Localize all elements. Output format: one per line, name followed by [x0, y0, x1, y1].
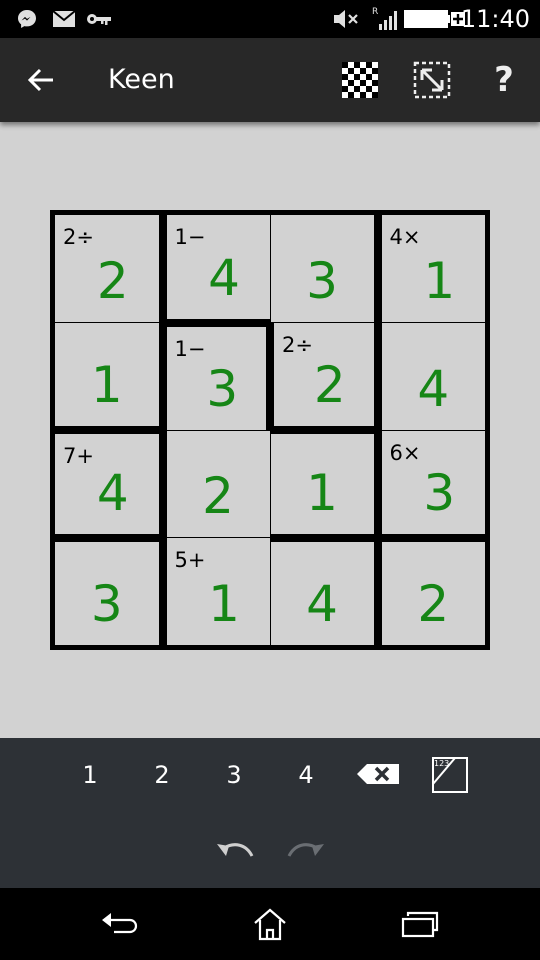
cell-r4-c2[interactable]: 1 5+ — [166, 538, 270, 645]
help-button[interactable]: ? — [480, 56, 528, 104]
cell-r1-c3[interactable]: 3 — [270, 215, 374, 322]
backspace-button[interactable] — [352, 756, 404, 792]
cage-clue: 2÷ — [63, 225, 94, 249]
cage-clue: 7+ — [63, 444, 94, 468]
navigation-bar — [0, 888, 540, 960]
game-board: 2 2÷ 4 1− 3 1 4× 1 3 1− 2 2÷ 4 4 7+ 2 1 3 6× 3 1 5+ 4 2 — [50, 210, 490, 650]
cell-r3-c2[interactable]: 2 — [166, 430, 270, 537]
messenger-icon — [14, 0, 40, 38]
cell-r3-c1[interactable]: 4 7+ — [55, 434, 159, 534]
cage-clue: 1− — [174, 225, 206, 249]
cage-clue: 1− — [174, 336, 206, 361]
new-game-button[interactable] — [336, 56, 384, 104]
back-button[interactable] — [16, 58, 66, 102]
nav-home-button[interactable] — [230, 888, 310, 960]
cell-value: 2 — [417, 575, 450, 633]
backspace-icon — [357, 764, 399, 784]
cell-r3-c4[interactable]: 3 6× — [381, 430, 485, 534]
cell-value: 4 — [306, 575, 338, 633]
action-bar: Keen ? — [0, 38, 540, 122]
cell-r3-c3[interactable]: 1 — [270, 434, 374, 534]
mail-icon — [50, 0, 78, 38]
nav-recents-button[interactable] — [380, 888, 460, 960]
marks-button[interactable]: 123 — [430, 755, 470, 795]
back-nav-icon — [102, 913, 138, 934]
cell-value: 1 — [208, 575, 240, 633]
cell-value: 1 — [306, 463, 338, 522]
cell-value: 3 — [306, 252, 338, 310]
key-2[interactable]: 2 — [137, 752, 187, 798]
svg-text:123: 123 — [434, 759, 449, 768]
cell-r4-c4[interactable]: 2 — [381, 541, 485, 645]
cell-r2-c2[interactable]: 3 1− — [166, 326, 266, 430]
cell-r2-c4[interactable]: 4 — [381, 323, 485, 430]
cage-clue: 2÷ — [282, 333, 313, 357]
cell-value: 1 — [90, 356, 123, 414]
cell-value: 3 — [206, 359, 239, 418]
key-4[interactable]: 4 — [281, 752, 331, 798]
recents-icon — [401, 911, 439, 938]
cell-r1-c2[interactable]: 4 1− — [166, 215, 270, 319]
signal-icon: R — [370, 0, 400, 38]
resize-icon — [413, 61, 451, 99]
redo-icon — [287, 843, 324, 857]
cage-clue: 5+ — [174, 548, 206, 572]
cell-r4-c3[interactable]: 4 — [270, 541, 374, 645]
battery-icon — [404, 0, 466, 38]
cell-value: 3 — [90, 575, 123, 633]
home-icon — [254, 908, 286, 941]
cell-r1-c1[interactable]: 2 2÷ — [55, 215, 159, 322]
resize-button[interactable] — [408, 56, 456, 104]
cell-value: 2 — [96, 252, 129, 310]
redo-button[interactable] — [285, 830, 329, 864]
mute-icon — [332, 0, 362, 38]
status-time: 11:40 — [460, 5, 530, 33]
cell-r2-c3[interactable]: 2 2÷ — [274, 323, 374, 426]
cell-value: 1 — [423, 252, 456, 310]
svg-text:R: R — [372, 7, 378, 17]
marks-icon: 123 — [432, 757, 468, 793]
cell-r4-c1[interactable]: 3 — [55, 541, 159, 645]
cell-r1-c4[interactable]: 1 4× — [381, 215, 485, 322]
checkerboard-icon — [342, 62, 378, 98]
key-icon — [86, 0, 112, 38]
cage-clue: 6× — [389, 440, 421, 465]
cage-clue: 4× — [389, 225, 421, 249]
nav-back-button[interactable] — [80, 888, 160, 960]
cell-value: 3 — [423, 463, 456, 522]
key-3[interactable]: 3 — [209, 752, 259, 798]
status-bar: R 11:40 — [0, 0, 540, 38]
cell-value: 4 — [208, 248, 240, 307]
app-title: Keen — [108, 64, 175, 95]
back-arrow-icon — [27, 68, 53, 92]
cell-value: 4 — [417, 359, 450, 418]
cell-value: 2 — [202, 467, 234, 525]
cell-value: 2 — [313, 356, 346, 414]
undo-button[interactable] — [212, 830, 256, 864]
undo-icon — [217, 843, 254, 857]
cell-r2-c1[interactable]: 1 — [55, 323, 159, 426]
key-1[interactable]: 1 — [65, 752, 115, 798]
cell-value: 4 — [96, 463, 129, 522]
